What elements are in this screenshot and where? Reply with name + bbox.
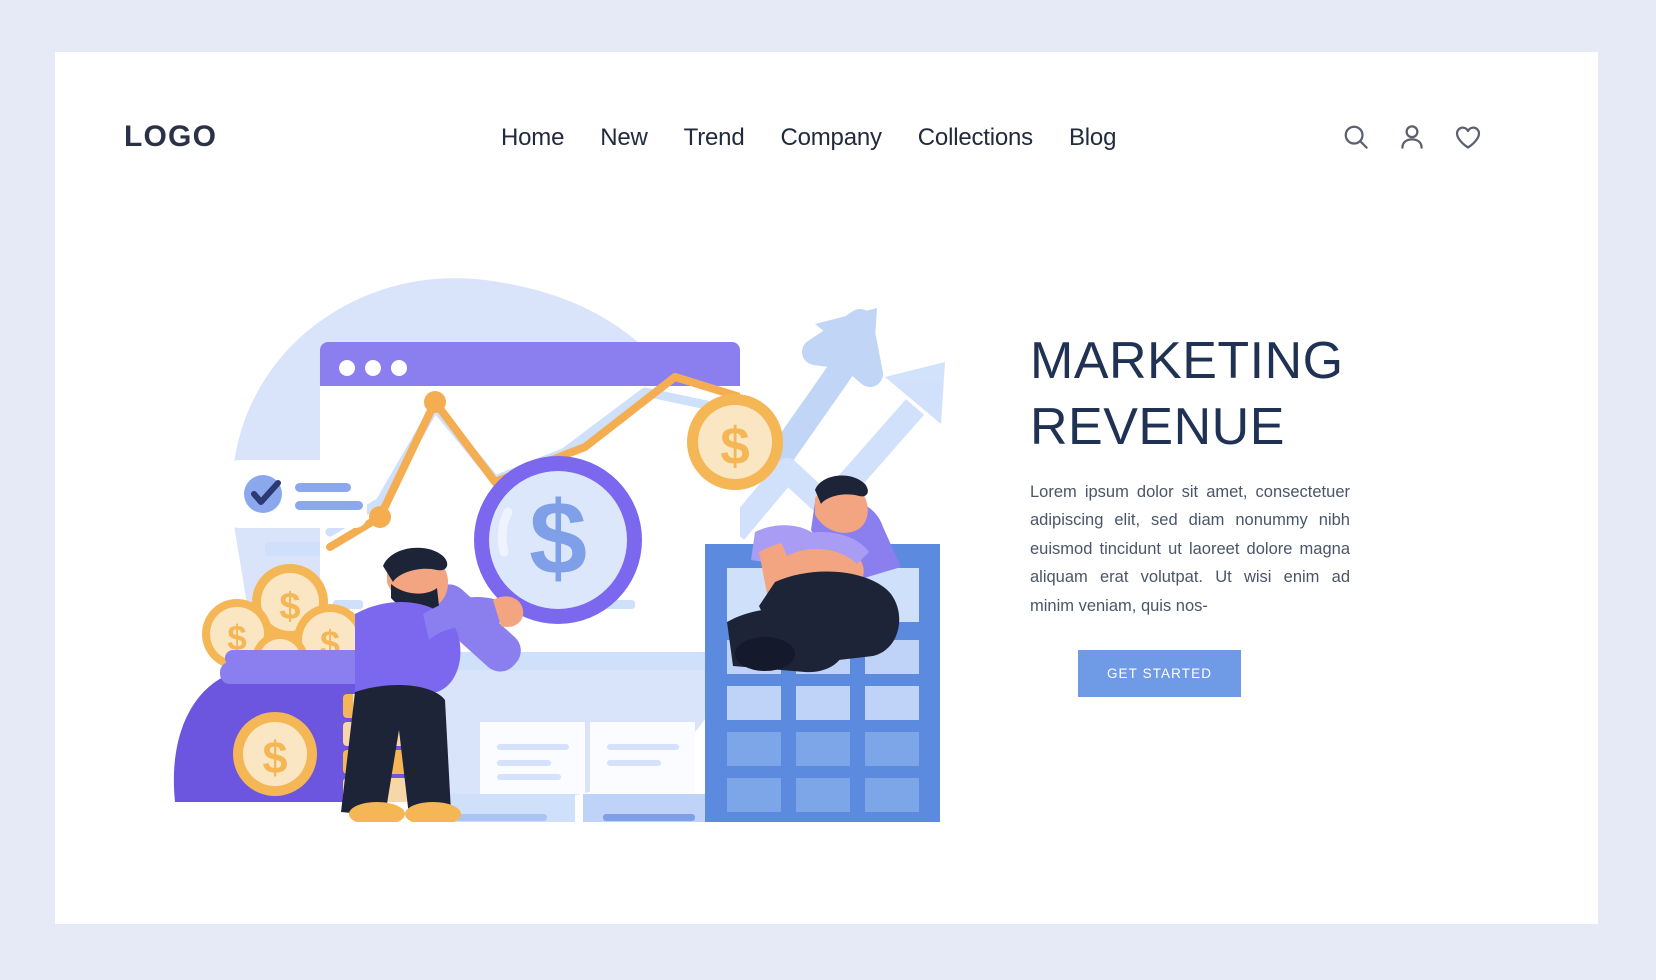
landing-page-card: LOGO Home New Trend Company Collections … <box>55 52 1598 924</box>
nav-item-collections[interactable]: Collections <box>918 124 1033 152</box>
hero-illustration: $ $ $ $ $ $ <box>115 202 995 822</box>
hero-text-block: MARKETING REVENUE Lorem ipsum dolor sit … <box>1030 328 1360 697</box>
checklist-card <box>227 460 367 528</box>
browser-dot-1 <box>339 360 355 376</box>
svg-text:$: $ <box>279 586 300 628</box>
nav-item-home[interactable]: Home <box>501 124 564 152</box>
nav-item-company[interactable]: Company <box>780 124 882 152</box>
header-icon-group <box>1341 122 1483 152</box>
svg-text:$: $ <box>262 732 287 783</box>
browser-dot-3 <box>391 360 407 376</box>
nav-item-new[interactable]: New <box>600 124 648 152</box>
chart-point-2 <box>424 391 446 413</box>
user-icon[interactable] <box>1397 122 1427 152</box>
gold-coin: $ <box>687 394 783 490</box>
svg-text:$: $ <box>529 481 587 597</box>
hero-paragraph: Lorem ipsum dolor sit amet, consectetuer… <box>1030 483 1350 615</box>
nav-item-blog[interactable]: Blog <box>1069 124 1116 152</box>
browser-dot-2 <box>365 360 381 376</box>
nav-item-trend[interactable]: Trend <box>684 124 745 152</box>
logo[interactable]: LOGO <box>124 120 217 154</box>
svg-text:$: $ <box>720 417 749 476</box>
heart-icon[interactable] <box>1453 122 1483 152</box>
main-navigation: Home New Trend Company Collections Blog <box>501 124 1116 152</box>
chart-point-1 <box>369 506 391 528</box>
get-started-button[interactable]: GET STARTED <box>1078 649 1241 697</box>
shoe <box>735 637 795 671</box>
search-icon[interactable] <box>1341 122 1371 152</box>
page-title: MARKETING REVENUE <box>1030 332 1344 457</box>
